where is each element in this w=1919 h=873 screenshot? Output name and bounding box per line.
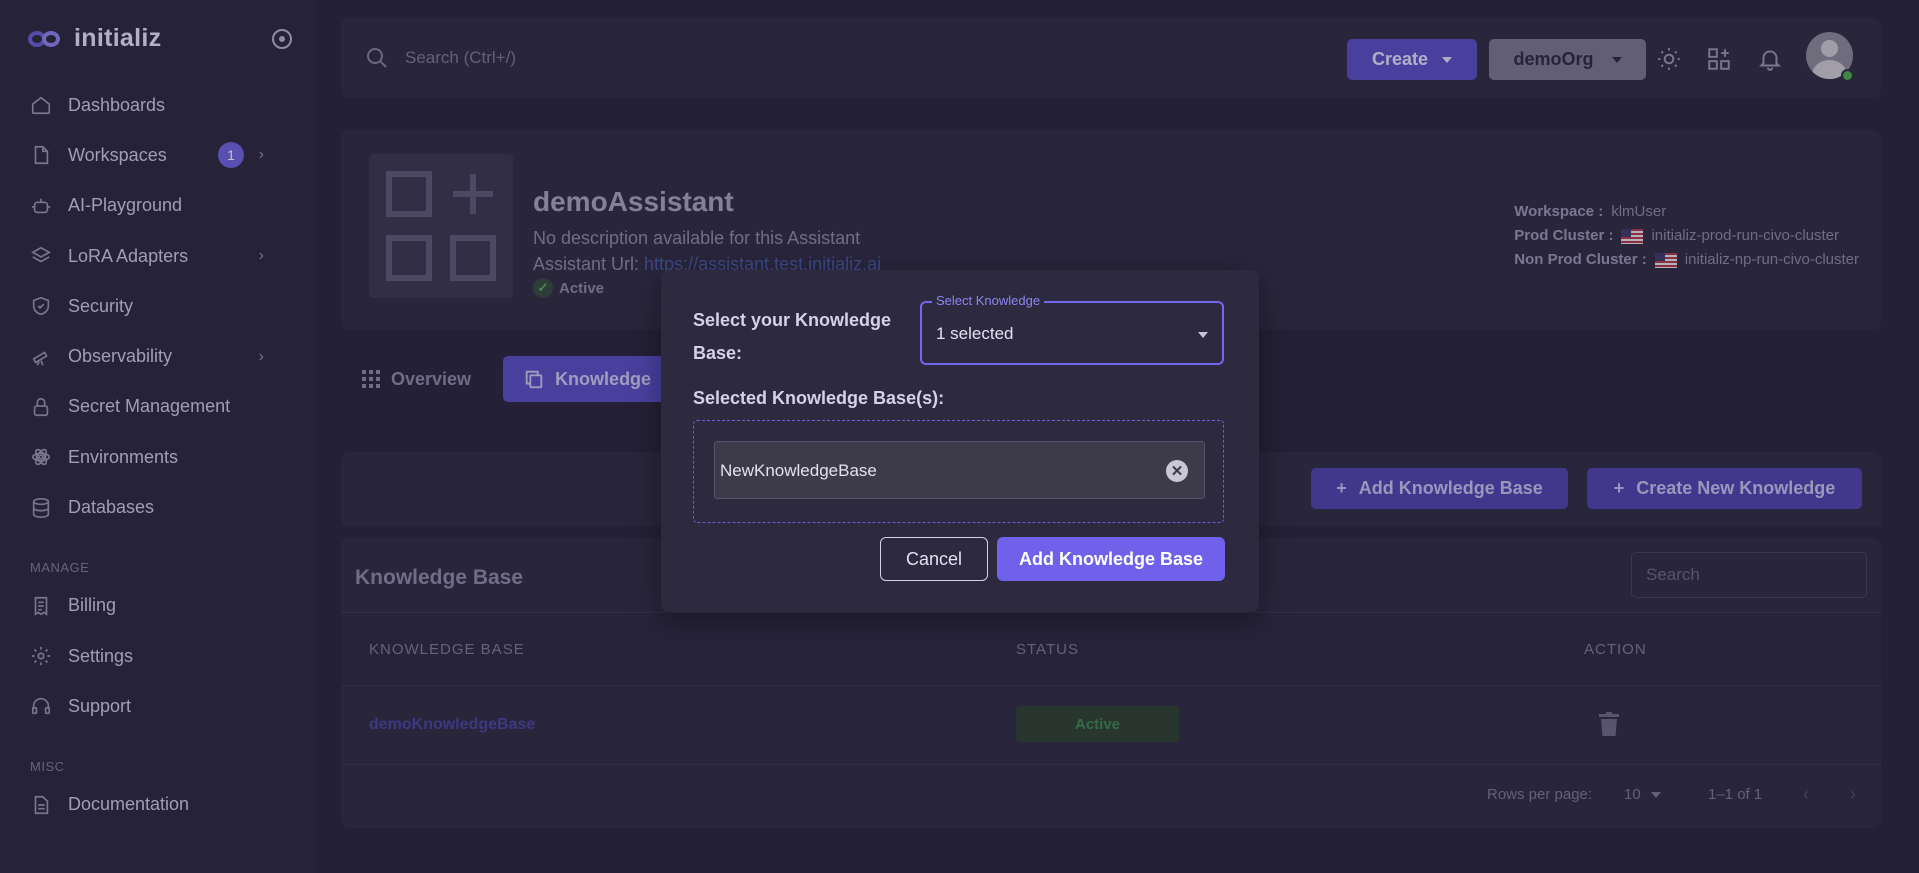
select-kb-label: Select your Knowledge Base: bbox=[693, 310, 892, 363]
cancel-button[interactable]: Cancel bbox=[880, 537, 988, 581]
add-knowledge-base-submit-button[interactable]: Add Knowledge Base bbox=[997, 537, 1225, 581]
selected-kb-label: Selected Knowledge Base(s): bbox=[693, 388, 945, 408]
select-knowledge-value: 1 selected bbox=[936, 324, 1014, 343]
select-knowledge-dialog: Select your Knowledge Base: Select Knowl… bbox=[661, 270, 1259, 612]
select-knowledge-dropdown[interactable]: Select Knowledge 1 selected bbox=[920, 293, 1224, 365]
selected-kb-name: NewKnowledgeBase bbox=[720, 461, 877, 480]
selected-kb-list: NewKnowledgeBase ✕ bbox=[693, 420, 1224, 523]
remove-close-icon[interactable]: ✕ bbox=[1166, 460, 1188, 482]
select-knowledge-legend: Select Knowledge bbox=[932, 293, 1045, 308]
caret-down-icon bbox=[1198, 332, 1208, 338]
selected-kb-chip: NewKnowledgeBase ✕ bbox=[714, 441, 1205, 499]
